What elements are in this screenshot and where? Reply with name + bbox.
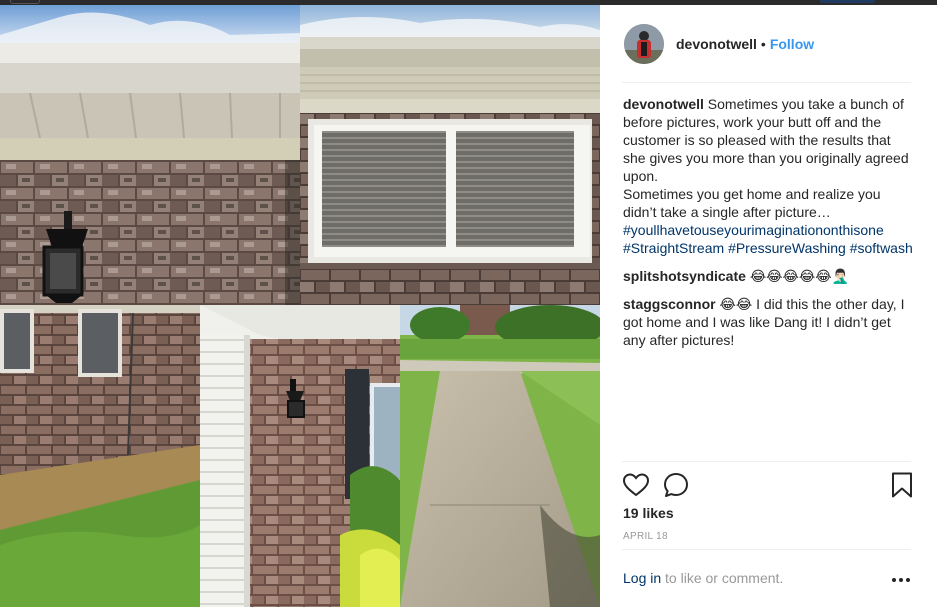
post-username[interactable]: devonotwell [676,36,757,52]
photo-tile-corner-shutter [200,305,400,607]
like-count[interactable]: 19 likes [623,505,674,521]
photo-tile-window [300,5,600,305]
photo-tile-wall-lawn [0,305,200,607]
bookmark-icon[interactable] [888,471,916,499]
photo-tile-walkway [400,305,600,607]
comment-icon[interactable] [662,471,690,499]
post-sidebar: devonotwell • Follow devonotwell Sometim… [600,5,937,607]
hashtag-link[interactable]: #youllhavetouseyourimaginationonthisone [623,222,884,238]
hashtag-link[interactable]: #StraightStream [623,240,724,256]
comment-username[interactable]: splitshotsyndicate [623,268,746,284]
hashtag-link[interactable]: #PressureWashing [728,240,846,256]
comment-item: splitshotsyndicate 😂😂😂😂😂🤦🏻‍♂️ [623,267,913,285]
comment-item: staggsconnor 😂😂 I did this the other day… [623,295,913,349]
avatar[interactable] [624,24,664,64]
post-header: devonotwell • Follow [600,5,937,83]
comment-caption: devonotwell Sometimes you take a bunch o… [623,95,913,257]
actions-divider [622,461,911,462]
action-bar [622,471,914,501]
post-date[interactable]: APRIL 18 [623,531,668,542]
photo-tile-soffit-brick [0,5,300,305]
footer-divider [622,549,911,550]
login-prompt: Log in to like or comment. [623,570,783,586]
comments-list: devonotwell Sometimes you take a bunch o… [623,95,913,359]
comment-text: Sometimes you take a bunch of before pic… [623,96,909,220]
top-right-control [820,0,875,3]
hashtag-link[interactable]: #softwash [850,240,913,256]
comment-username[interactable]: devonotwell [623,96,704,112]
login-prompt-text: to like or comment. [665,570,784,586]
login-link[interactable]: Log in [623,570,661,586]
follow-button[interactable]: Follow [770,36,814,52]
comment-text: 😂😂😂😂😂🤦🏻‍♂️ [749,268,850,284]
header-separator: • [760,36,766,52]
post-photo[interactable] [0,5,600,607]
comment-username[interactable]: staggsconnor [623,296,716,312]
heart-icon[interactable] [622,471,650,499]
more-options-icon[interactable] [891,572,911,582]
top-left-control [10,0,40,4]
header-divider [622,82,911,83]
